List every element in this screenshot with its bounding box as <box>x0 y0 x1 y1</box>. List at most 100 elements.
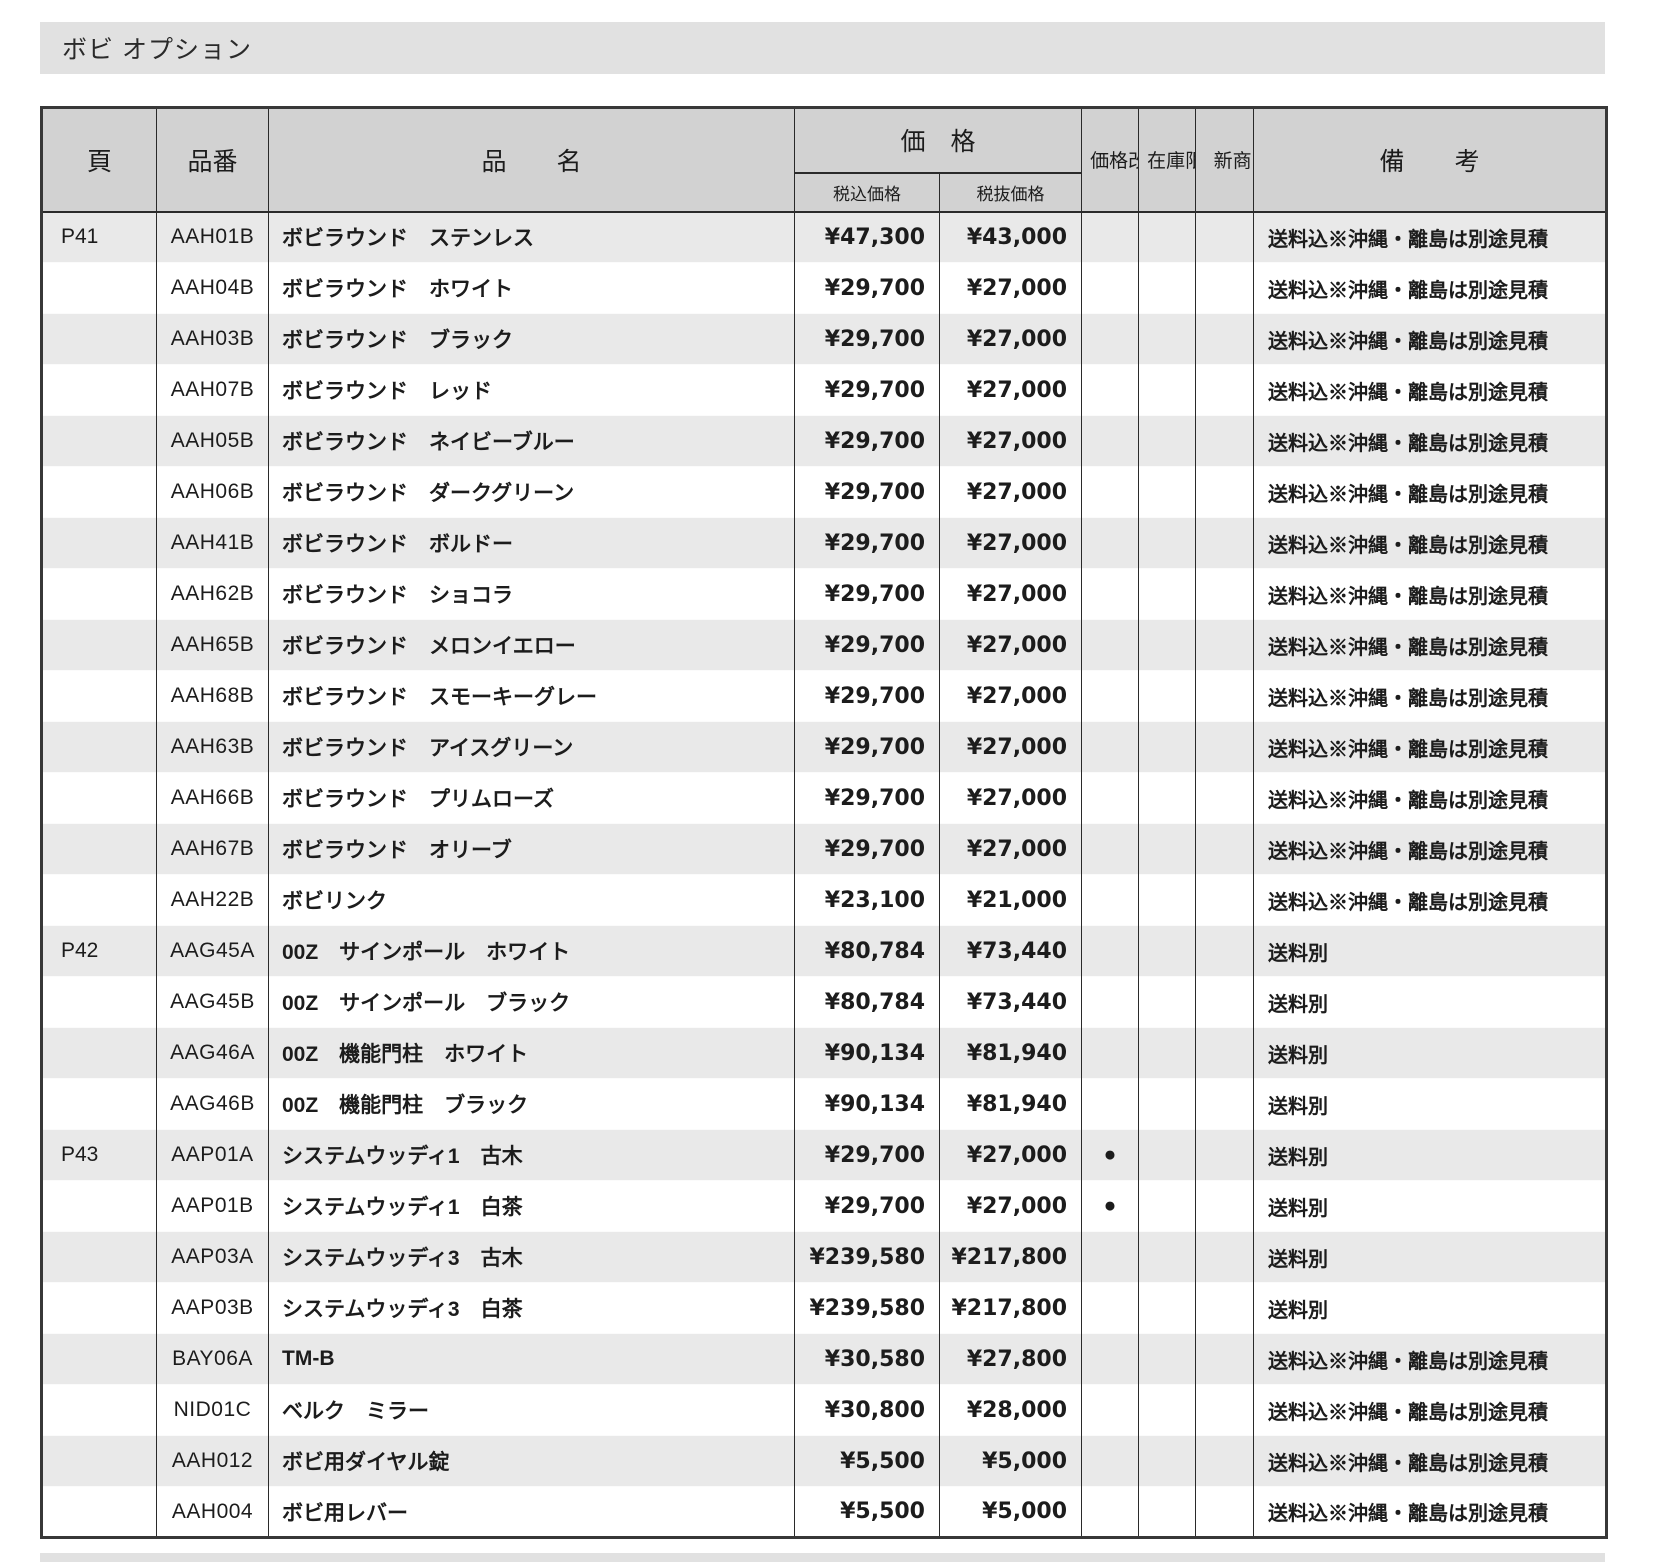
table-row: BAY06ATM-B¥30,580¥27,800送料込※沖縄・離島は別途見積 <box>42 1334 1607 1385</box>
cell-stock-limited <box>1139 1385 1196 1436</box>
cell-new-product <box>1196 1334 1254 1385</box>
cell-name: システムウッディ3 古木 <box>269 1232 795 1283</box>
table-row: P43AAP01Aシステムウッディ1 古木¥29,700¥27,000●送料別 <box>42 1130 1607 1181</box>
cell-page <box>42 314 157 365</box>
cell-remarks: 送料別 <box>1254 1130 1607 1181</box>
cell-code: AAP01B <box>157 1181 269 1232</box>
cell-code: AAH66B <box>157 773 269 824</box>
cell-price-revision <box>1082 773 1139 824</box>
cell-stock-limited <box>1139 1436 1196 1487</box>
cell-new-product <box>1196 671 1254 722</box>
cell-code: AAH67B <box>157 824 269 875</box>
cell-price-excl: ¥5,000 <box>940 1436 1082 1487</box>
table-row: AAG45B00Z サインポール ブラック¥80,784¥73,440送料別 <box>42 977 1607 1028</box>
cell-price-incl: ¥90,134 <box>795 1028 940 1079</box>
cell-new-product <box>1196 824 1254 875</box>
cell-price-incl: ¥29,700 <box>795 1181 940 1232</box>
cell-name: 00Z サインポール ホワイト <box>269 926 795 977</box>
cell-price-revision: ● <box>1082 1130 1139 1181</box>
table-row: AAG46A00Z 機能門柱 ホワイト¥90,134¥81,940送料別 <box>42 1028 1607 1079</box>
cell-stock-limited <box>1139 773 1196 824</box>
cell-price-revision <box>1082 263 1139 314</box>
price-table: 頁 品番 品 名 価 格 価格改定 在庫限り 新商品 備 考 税込価格 税抜価格… <box>40 106 1608 1539</box>
cell-code: AAH05B <box>157 416 269 467</box>
cell-price-excl: ¥21,000 <box>940 875 1082 926</box>
cell-remarks: 送料込※沖縄・離島は別途見積 <box>1254 620 1607 671</box>
cell-new-product <box>1196 926 1254 977</box>
cell-remarks: 送料込※沖縄・離島は別途見積 <box>1254 467 1607 518</box>
cell-name: ボビラウンド オリーブ <box>269 824 795 875</box>
cell-price-incl: ¥29,700 <box>795 773 940 824</box>
cell-remarks: 送料込※沖縄・離島は別途見積 <box>1254 212 1607 263</box>
cell-price-revision: ● <box>1082 1181 1139 1232</box>
cell-price-incl: ¥29,700 <box>795 518 940 569</box>
cell-new-product <box>1196 314 1254 365</box>
cell-remarks: 送料込※沖縄・離島は別途見積 <box>1254 569 1607 620</box>
cell-remarks: 送料別 <box>1254 1181 1607 1232</box>
cell-code: BAY06A <box>157 1334 269 1385</box>
table-row: AAH012ボビ用ダイヤル錠¥5,500¥5,000送料込※沖縄・離島は別途見積 <box>42 1436 1607 1487</box>
col-header-price-group: 価 格 <box>795 108 1082 173</box>
cell-price-excl: ¥27,000 <box>940 620 1082 671</box>
price-revision-label: 価格改定 <box>1090 150 1130 175</box>
cell-page <box>42 875 157 926</box>
cell-price-incl: ¥29,700 <box>795 620 940 671</box>
cell-name: ボビラウンド ネイビーブルー <box>269 416 795 467</box>
cell-price-incl: ¥29,700 <box>795 824 940 875</box>
cell-price-revision <box>1082 1232 1139 1283</box>
cell-page <box>42 365 157 416</box>
section-title-bar: ボビ オプション <box>40 22 1605 74</box>
col-header-remarks: 備 考 <box>1254 108 1607 212</box>
cell-price-excl: ¥27,000 <box>940 518 1082 569</box>
cell-price-excl: ¥217,800 <box>940 1283 1082 1334</box>
cell-price-revision <box>1082 212 1139 263</box>
cell-price-revision <box>1082 1079 1139 1130</box>
cell-name: ボビリンク <box>269 875 795 926</box>
table-row: AAH07Bボビラウンド レッド¥29,700¥27,000送料込※沖縄・離島は… <box>42 365 1607 416</box>
cell-stock-limited <box>1139 1487 1196 1538</box>
cell-stock-limited <box>1139 875 1196 926</box>
cell-price-excl: ¥28,000 <box>940 1385 1082 1436</box>
cell-remarks: 送料込※沖縄・離島は別途見積 <box>1254 824 1607 875</box>
cell-stock-limited <box>1139 824 1196 875</box>
cell-price-excl: ¥27,000 <box>940 263 1082 314</box>
cell-new-product <box>1196 212 1254 263</box>
cell-price-revision <box>1082 1385 1139 1436</box>
cell-new-product <box>1196 518 1254 569</box>
cell-price-revision <box>1082 569 1139 620</box>
cell-stock-limited <box>1139 467 1196 518</box>
cell-page <box>42 1079 157 1130</box>
cell-price-excl: ¥81,940 <box>940 1079 1082 1130</box>
cell-price-revision <box>1082 722 1139 773</box>
cell-new-product <box>1196 773 1254 824</box>
cell-price-revision <box>1082 1436 1139 1487</box>
table-row: AAP03Bシステムウッディ3 白茶¥239,580¥217,800送料別 <box>42 1283 1607 1334</box>
stock-limited-label: 在庫限り <box>1147 150 1187 175</box>
cell-price-excl: ¥27,000 <box>940 722 1082 773</box>
table-row: AAH03Bボビラウンド ブラック¥29,700¥27,000送料込※沖縄・離島… <box>42 314 1607 365</box>
cell-price-incl: ¥23,100 <box>795 875 940 926</box>
cell-price-excl: ¥27,000 <box>940 773 1082 824</box>
cell-stock-limited <box>1139 518 1196 569</box>
table-row: P42AAG45A00Z サインポール ホワイト¥80,784¥73,440送料… <box>42 926 1607 977</box>
cell-page <box>42 467 157 518</box>
col-header-price-incl: 税込価格 <box>795 173 940 212</box>
cell-name: 00Z 機能門柱 ホワイト <box>269 1028 795 1079</box>
cell-new-product <box>1196 1028 1254 1079</box>
cell-price-revision <box>1082 824 1139 875</box>
cell-page <box>42 773 157 824</box>
cell-price-revision <box>1082 365 1139 416</box>
cell-price-incl: ¥5,500 <box>795 1487 940 1538</box>
cell-price-incl: ¥239,580 <box>795 1283 940 1334</box>
cell-code: AAG45A <box>157 926 269 977</box>
cell-remarks: 送料込※沖縄・離島は別途見積 <box>1254 671 1607 722</box>
cell-price-incl: ¥47,300 <box>795 212 940 263</box>
cell-remarks: 送料別 <box>1254 1028 1607 1079</box>
cell-stock-limited <box>1139 671 1196 722</box>
cell-price-excl: ¥27,000 <box>940 467 1082 518</box>
cell-price-incl: ¥29,700 <box>795 671 940 722</box>
cell-new-product <box>1196 1181 1254 1232</box>
cell-name: 00Z サインポール ブラック <box>269 977 795 1028</box>
cell-remarks: 送料込※沖縄・離島は別途見積 <box>1254 518 1607 569</box>
cell-new-product <box>1196 263 1254 314</box>
